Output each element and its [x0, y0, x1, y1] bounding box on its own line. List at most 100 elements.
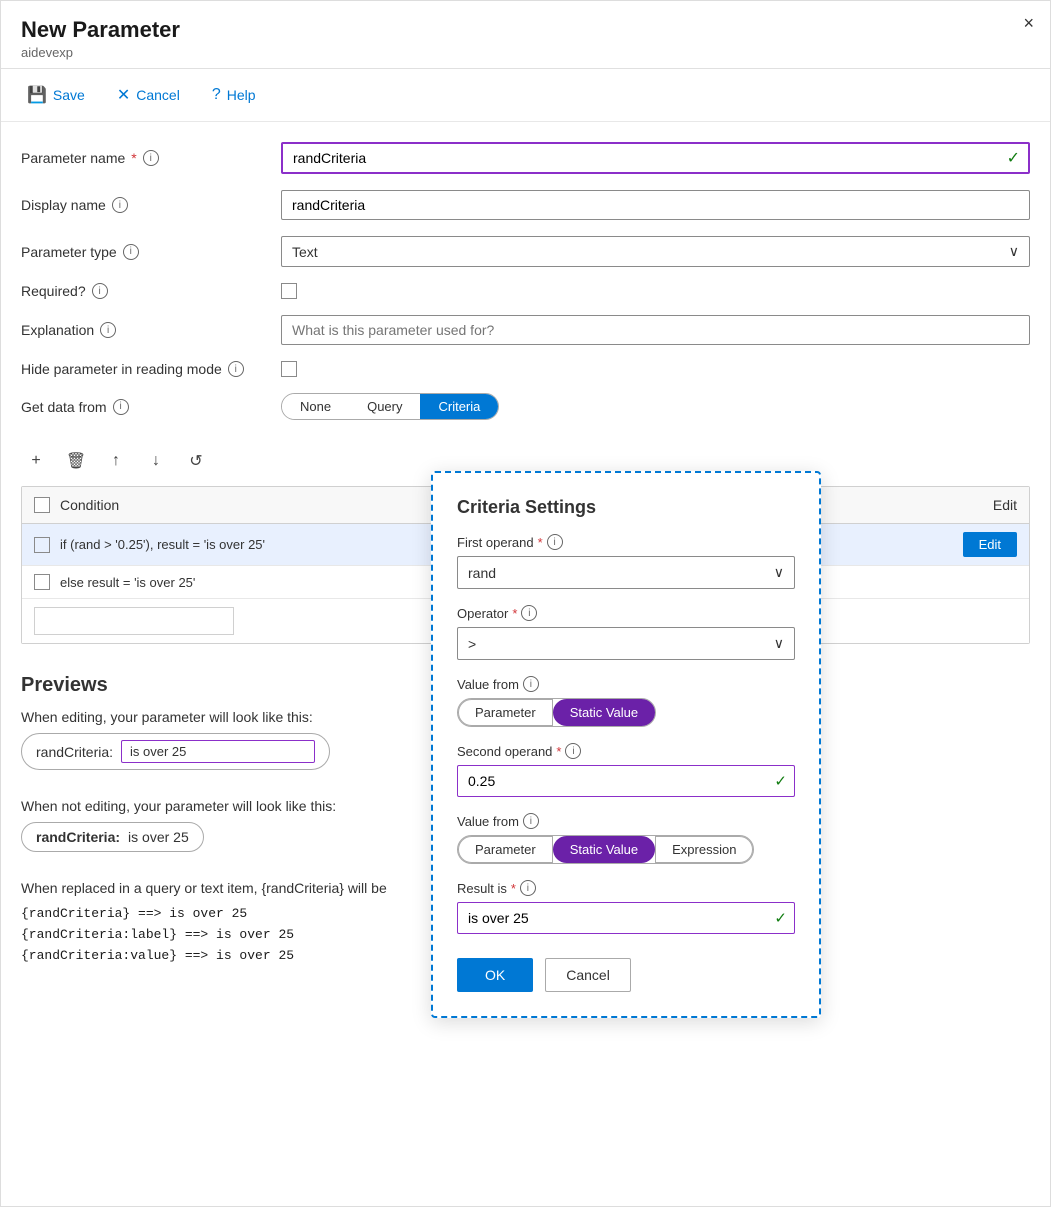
criteria-settings-modal: Criteria Settings First operand * i rand…: [431, 471, 821, 1018]
get-data-segmented-control: None Query Criteria: [281, 393, 499, 420]
get-data-query-button[interactable]: Query: [349, 394, 420, 419]
save-button[interactable]: 💾 Save: [21, 81, 91, 109]
criteria-row1-checkbox[interactable]: [34, 537, 50, 553]
display-name-input[interactable]: [281, 190, 1030, 220]
add-criteria-button[interactable]: +: [21, 446, 51, 476]
get-data-criteria-button[interactable]: Criteria: [420, 394, 498, 419]
get-data-segmented-wrapper: None Query Criteria: [281, 393, 1030, 420]
result-input[interactable]: [457, 902, 795, 934]
second-operand-row: Second operand * i ✓: [457, 743, 795, 797]
parameter-name-row: Parameter name * i ✓: [21, 142, 1030, 174]
parameter-type-row: Parameter type i Text ∨: [21, 236, 1030, 267]
preview1-label: randCriteria:: [36, 744, 113, 760]
value-from-2-label: Value from i: [457, 813, 795, 829]
hide-param-info-icon[interactable]: i: [228, 361, 244, 377]
delete-criteria-button[interactable]: 🗑: [61, 446, 91, 476]
criteria-edit-header: Edit: [993, 497, 1017, 513]
operator-info-icon[interactable]: i: [521, 605, 537, 621]
chevron-down-icon: ∨: [1009, 243, 1019, 260]
criteria-row2-checkbox[interactable]: [34, 574, 50, 590]
panel-title: New Parameter: [21, 17, 1030, 43]
hide-param-checkbox-wrapper: [281, 361, 1030, 377]
preview2-value: is over 25: [128, 829, 189, 845]
value-from-2-staticvalue-button[interactable]: Static Value: [553, 836, 655, 863]
refresh-button[interactable]: ↺: [181, 446, 211, 476]
move-up-button[interactable]: ↑: [101, 446, 131, 476]
modal-title: Criteria Settings: [457, 497, 795, 518]
second-operand-input[interactable]: [457, 765, 795, 797]
check-icon: ✓: [1007, 148, 1020, 168]
operator-select[interactable]: > ∨: [457, 627, 795, 660]
move-down-button[interactable]: ↓: [141, 446, 171, 476]
display-name-info-icon[interactable]: i: [112, 197, 128, 213]
value-from-1-info-icon[interactable]: i: [523, 676, 539, 692]
value-from-1-row: Value from i Parameter Static Value: [457, 676, 795, 727]
preview1-value-input[interactable]: [121, 740, 315, 763]
hide-param-label: Hide parameter in reading mode i: [21, 361, 281, 377]
not-editing-preview-item: randCriteria: is over 25: [21, 822, 204, 852]
first-operand-select[interactable]: rand ∨: [457, 556, 795, 589]
arrow-down-icon: ↓: [152, 452, 160, 470]
hide-param-row: Hide parameter in reading mode i: [21, 361, 1030, 377]
second-operand-info-icon[interactable]: i: [565, 743, 581, 759]
value-from-2-info-icon[interactable]: i: [523, 813, 539, 829]
hide-param-checkbox[interactable]: [281, 361, 297, 377]
modal-cancel-button[interactable]: Cancel: [545, 958, 631, 992]
first-operand-row: First operand * i rand ∨: [457, 534, 795, 589]
result-info-icon[interactable]: i: [520, 880, 536, 896]
value-from-2-parameter-button[interactable]: Parameter: [458, 836, 553, 863]
parameter-type-label: Parameter type i: [21, 244, 281, 260]
value-from-1-label: Value from i: [457, 676, 795, 692]
criteria-edit-button[interactable]: Edit: [963, 532, 1017, 557]
first-operand-label: First operand * i: [457, 534, 795, 550]
refresh-icon: ↺: [189, 451, 202, 471]
display-name-row: Display name i: [21, 190, 1030, 220]
criteria-empty-input[interactable]: [34, 607, 234, 635]
modal-ok-button[interactable]: OK: [457, 958, 533, 992]
get-data-label: Get data from i: [21, 399, 281, 415]
parameter-name-info-icon[interactable]: i: [143, 150, 159, 166]
cancel-button[interactable]: ✕ Cancel: [111, 81, 186, 109]
operator-row: Operator * i > ∨: [457, 605, 795, 660]
value-from-2-expression-button[interactable]: Expression: [655, 836, 753, 863]
get-data-row: Get data from i None Query Criteria: [21, 393, 1030, 420]
value-from-2-row: Value from i Parameter Static Value Expr…: [457, 813, 795, 864]
required-info-icon[interactable]: i: [92, 283, 108, 299]
required-row: Required? i: [21, 283, 1030, 299]
explanation-field-wrapper: [281, 315, 1030, 345]
criteria-condition-header: Condition: [60, 497, 119, 513]
result-label: Result is * i: [457, 880, 795, 896]
parameter-name-input[interactable]: [281, 142, 1030, 174]
close-button[interactable]: ×: [1023, 13, 1034, 34]
preview2-label: randCriteria:: [36, 829, 120, 845]
display-name-label: Display name i: [21, 197, 281, 213]
parameter-type-select[interactable]: Text ∨: [281, 236, 1030, 267]
value-from-1-staticvalue-button[interactable]: Static Value: [553, 699, 655, 726]
help-button[interactable]: ? Help: [206, 82, 262, 108]
required-checkbox[interactable]: [281, 283, 297, 299]
value-from-1-parameter-button[interactable]: Parameter: [458, 699, 553, 726]
first-operand-info-icon[interactable]: i: [547, 534, 563, 550]
arrow-up-icon: ↑: [112, 452, 120, 470]
save-icon: 💾: [27, 85, 47, 105]
get-data-none-button[interactable]: None: [282, 394, 349, 419]
criteria-header-checkbox[interactable]: [34, 497, 50, 513]
result-input-wrapper: ✓: [457, 902, 795, 934]
get-data-info-icon[interactable]: i: [113, 399, 129, 415]
second-operand-label: Second operand * i: [457, 743, 795, 759]
operator-label: Operator * i: [457, 605, 795, 621]
editing-preview-item: randCriteria:: [21, 733, 330, 770]
result-check-icon: ✓: [774, 909, 787, 927]
explanation-row: Explanation i: [21, 315, 1030, 345]
parameter-name-field-wrapper: ✓: [281, 142, 1030, 174]
parameter-type-info-icon[interactable]: i: [123, 244, 139, 260]
help-icon: ?: [212, 86, 221, 104]
modal-box: Criteria Settings First operand * i rand…: [431, 471, 821, 1018]
explanation-info-icon[interactable]: i: [100, 322, 116, 338]
value-from-2-segmented: Parameter Static Value Expression: [457, 835, 754, 864]
first-operand-chevron-icon: ∨: [774, 564, 784, 581]
result-row: Result is * i ✓: [457, 880, 795, 934]
explanation-label: Explanation i: [21, 322, 281, 338]
operator-chevron-icon: ∨: [774, 635, 784, 652]
explanation-input[interactable]: [281, 315, 1030, 345]
